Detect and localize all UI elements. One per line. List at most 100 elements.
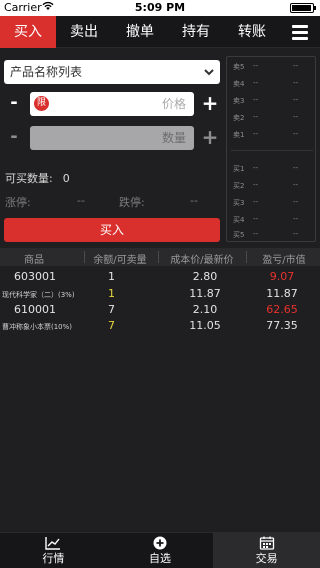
price-input[interactable]: 限 价格 — [30, 92, 194, 116]
ask-price: -- — [253, 113, 259, 121]
ask-row: 卖3 -- -- — [227, 93, 317, 109]
balance-value: 1 — [108, 270, 115, 283]
available-quantity-value: 0 — [62, 172, 70, 185]
quantity-increase-button[interactable]: + — [200, 126, 220, 150]
market-value: 77.35 — [266, 319, 298, 332]
nav-market[interactable]: 行情 — [0, 533, 107, 568]
quantity-stepper: - 数量 + — [4, 126, 220, 150]
ask-row: 卖2 -- -- — [227, 110, 317, 126]
ask-price: -- — [253, 62, 259, 70]
bid-label: 买1 — [233, 165, 245, 173]
ask-label: 卖1 — [233, 131, 245, 139]
bid-row: 买4 -- -- — [227, 212, 317, 228]
nav-market-label: 行情 — [42, 552, 65, 565]
limit-up-value: -- — [77, 194, 85, 207]
book-divider — [231, 150, 313, 151]
cost-price: 2.10 — [192, 303, 218, 316]
clock: 5:09 PM — [134, 1, 186, 14]
nav-trade-label: 交易 — [255, 552, 278, 565]
bid-price: -- — [253, 181, 259, 189]
bid-row: 买2 -- -- — [227, 178, 317, 194]
product-name: 现代科学家（二）(3%) — [2, 291, 75, 299]
product-select[interactable]: 产品名称列表 — [4, 60, 220, 84]
ask-price: -- — [253, 96, 259, 104]
bid-volume: -- — [293, 198, 299, 206]
ask-volume: -- — [293, 79, 299, 87]
pnl-value: 62.65 — [266, 303, 298, 316]
trade-tabs: 买入 卖出 撤单 持有 转账 — [0, 16, 320, 48]
table-row[interactable]: 610001 7 2.10 62.65 — [0, 301, 320, 317]
bid-label: 买4 — [233, 216, 245, 224]
table-row[interactable]: 曹冲称象小本票(10%) 7 11.05 77.35 — [0, 317, 320, 333]
product-code: 610001 — [14, 303, 56, 316]
ask-label: 卖2 — [233, 114, 245, 122]
ask-volume: -- — [293, 96, 299, 104]
limit-order-badge: 限 — [34, 96, 49, 111]
chart-line-icon — [45, 535, 61, 550]
hamburger-menu-icon[interactable] — [280, 16, 320, 48]
ask-row: 卖5 -- -- — [227, 59, 317, 75]
bid-price: -- — [253, 215, 259, 223]
header-product: 商品 — [24, 255, 44, 266]
quantity-input[interactable]: 数量 — [30, 126, 194, 150]
ask-price: -- — [253, 130, 259, 138]
available-value: 1 — [108, 287, 115, 300]
bottom-nav: 行情 自选 交易 — [0, 532, 320, 568]
tab-buy[interactable]: 买入 — [0, 16, 56, 48]
product-select-label: 产品名称列表 — [10, 65, 83, 79]
bid-label: 买5 — [233, 231, 245, 239]
buy-button[interactable]: 买入 — [4, 218, 220, 242]
ask-price: -- — [253, 79, 259, 87]
price-stepper: - 限 价格 + — [4, 92, 220, 116]
price-decrease-button[interactable]: - — [4, 92, 24, 116]
bid-label: 买3 — [233, 199, 245, 207]
tab-sell[interactable]: 卖出 — [56, 16, 112, 48]
tab-transfer[interactable]: 转账 — [224, 16, 280, 48]
product-code: 603001 — [14, 270, 56, 283]
ask-label: 卖3 — [233, 97, 245, 105]
limit-down-value: -- — [190, 194, 198, 207]
table-row[interactable]: 现代科学家（二）(3%) 1 11.87 11.87 — [0, 285, 320, 301]
bid-volume: -- — [293, 215, 299, 223]
table-row[interactable]: 603001 1 2.80 9.07 — [0, 268, 320, 284]
ask-label: 卖4 — [233, 80, 245, 88]
balance-value: 7 — [108, 303, 115, 316]
price-increase-button[interactable]: + — [200, 92, 220, 116]
chevron-down-icon — [204, 60, 214, 93]
price-placeholder: 价格 — [161, 97, 186, 111]
bid-row: 买5 -- -- — [227, 227, 317, 243]
plus-circle-icon — [152, 535, 168, 550]
ask-row: 卖1 -- -- — [227, 127, 317, 143]
order-book: 卖5 -- -- 卖4 -- -- 卖3 -- -- 卖2 -- -- 卖1 -- -- 买1 -- -… — [226, 56, 316, 242]
battery-icon — [290, 3, 316, 13]
pnl-value: 9.07 — [269, 270, 295, 283]
limit-up-label: 涨停: — [5, 196, 31, 209]
ask-row: 卖4 -- -- — [227, 76, 317, 92]
bid-price: -- — [253, 198, 259, 206]
calendar-icon — [259, 535, 275, 550]
ask-volume: -- — [293, 130, 299, 138]
bid-volume: -- — [293, 181, 299, 189]
cost-price: 2.80 — [192, 270, 218, 283]
product-name: 曹冲称象小本票(10%) — [2, 323, 73, 331]
nav-watchlist[interactable]: 自选 — [107, 533, 214, 568]
nav-watchlist-label: 自选 — [148, 552, 171, 565]
status-bar: Carrier 5:09 PM — [0, 0, 320, 16]
bid-price: -- — [253, 230, 259, 238]
limit-down-label: 跌停: — [119, 196, 145, 209]
tab-cancel-order[interactable]: 撤单 — [112, 16, 168, 48]
bid-row: 买1 -- -- — [227, 161, 317, 177]
bid-price: -- — [253, 164, 259, 172]
bid-label: 买2 — [233, 182, 245, 190]
market-value: 11.87 — [266, 287, 298, 300]
tab-holdings[interactable]: 持有 — [168, 16, 224, 48]
ask-volume: -- — [293, 113, 299, 121]
order-form: 产品名称列表 - 限 价格 + - 数量 + 可买数量: 0 涨停: -- 跌停:… — [0, 48, 224, 248]
nav-trade[interactable]: 交易 — [213, 533, 320, 568]
table-header: 商品 余额/可卖量 成本价/最新价 盈亏/市值 — [0, 248, 320, 266]
ask-volume: -- — [293, 62, 299, 70]
header-pnl: 盈亏/市值 — [262, 255, 306, 266]
quantity-decrease-button[interactable]: - — [4, 126, 24, 150]
bid-volume: -- — [293, 164, 299, 172]
available-value: 7 — [108, 319, 115, 332]
